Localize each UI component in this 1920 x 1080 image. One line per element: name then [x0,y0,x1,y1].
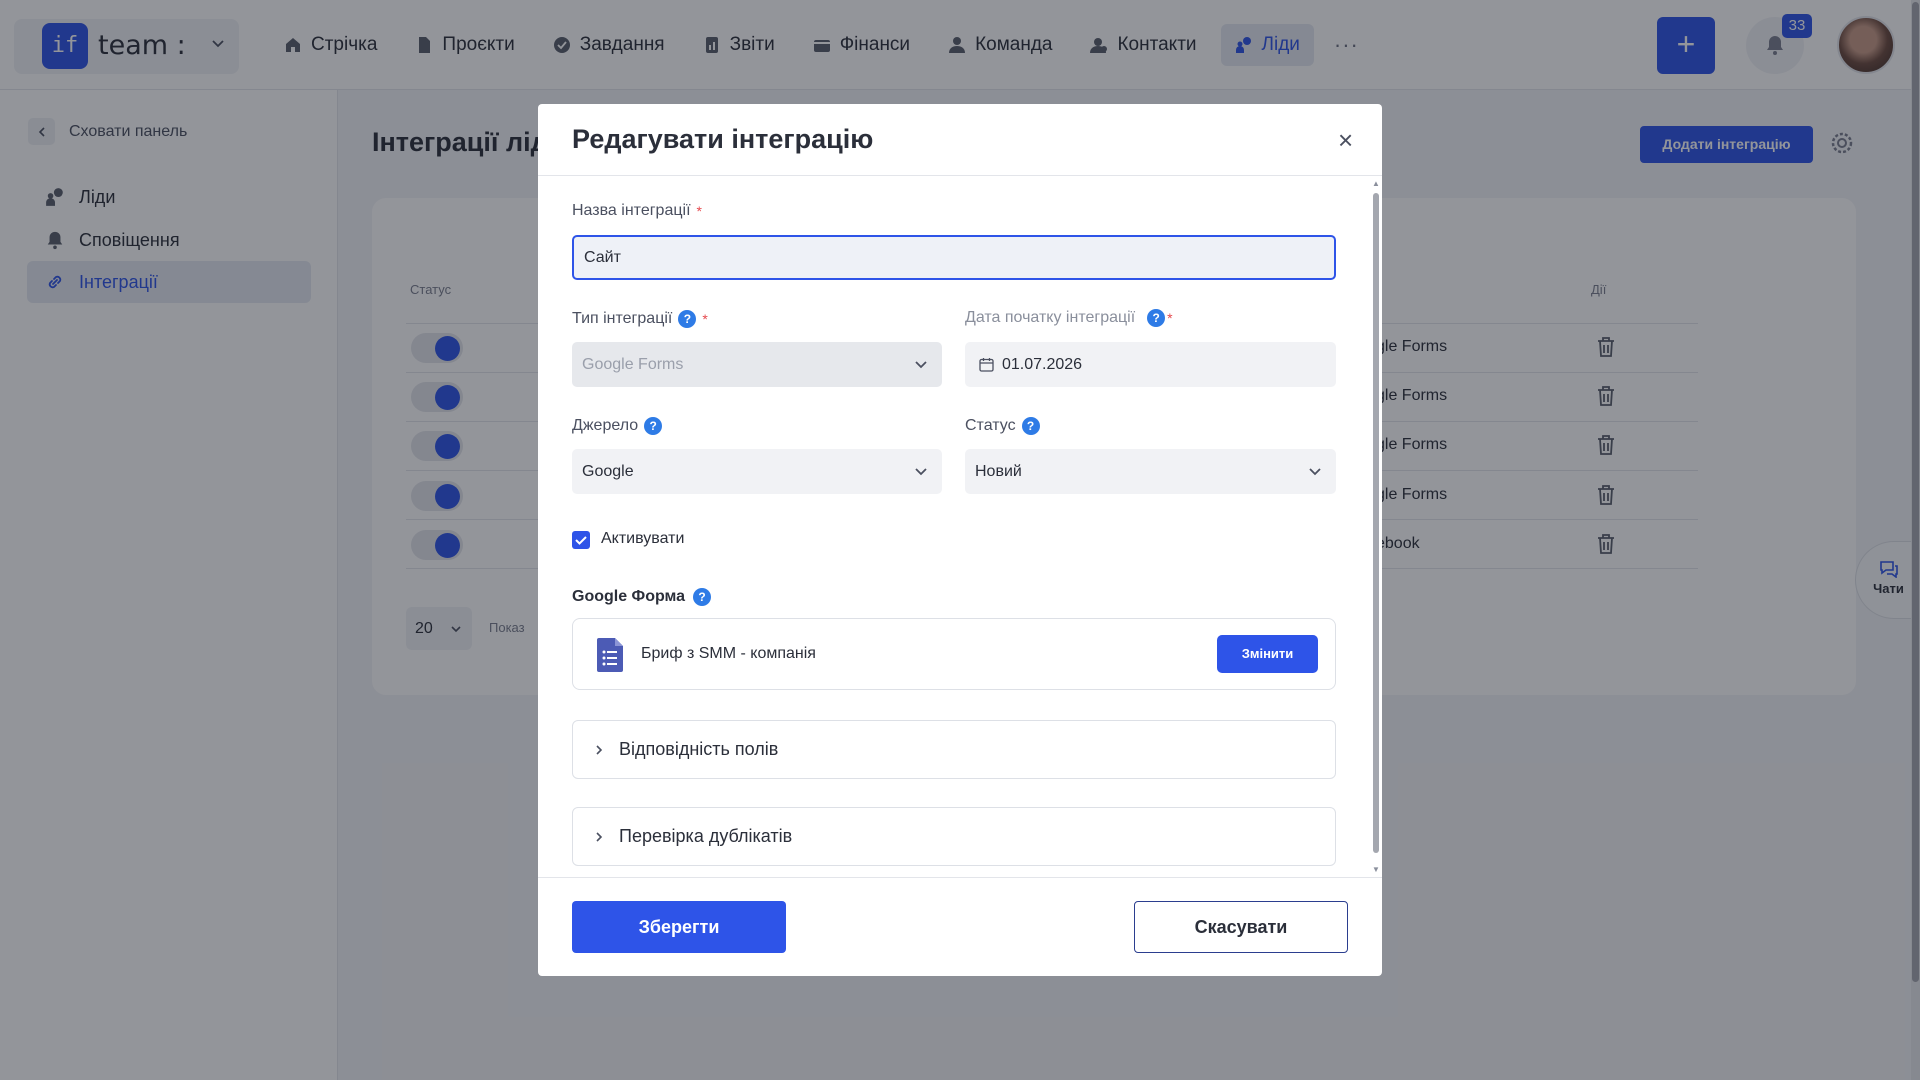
google-form-card: Бриф з SMM - компанія Змінити [572,618,1336,690]
modal-scrollbar[interactable]: ▲ ▼ [1370,177,1381,877]
required-mark: * [702,311,708,327]
start-date-label: Дата початку інтеграції ? * [965,309,1173,327]
close-icon[interactable]: × [1338,127,1353,153]
status-label: Статус ? [965,417,1040,435]
scrollbar-thumb[interactable] [1373,193,1379,853]
calendar-icon [979,358,994,372]
source-select[interactable]: Google [572,449,942,494]
help-icon[interactable]: ? [1147,309,1166,327]
help-icon[interactable]: ? [1021,417,1040,435]
scroll-up-arrow-icon[interactable]: ▲ [1372,179,1380,188]
chevron-right-icon [596,832,603,842]
label-text: Google Форма [572,588,686,605]
help-icon[interactable]: ? [644,417,663,435]
label-text: Статус [965,417,1016,434]
status-select[interactable]: Новий [965,449,1336,494]
chevron-down-icon [915,361,927,369]
start-date-value: 01.07.2026 [1002,356,1083,373]
required-mark: * [1167,310,1173,326]
label-text: Назва інтеграції [572,202,691,219]
source-value: Google [582,463,634,480]
chevron-down-icon [915,468,927,476]
label-text: Джерело [572,417,639,434]
modal-title: Редагувати інтеграцію [572,124,874,154]
start-date-input[interactable]: 01.07.2026 [965,342,1336,387]
label-text: Тип інтеграції [572,310,673,327]
integration-name-input[interactable]: Сайт [572,235,1336,280]
activate-checkbox[interactable] [572,531,590,549]
duplicate-check-accordion[interactable]: Перевірка дублікатів [572,807,1336,866]
cancel-button[interactable]: Скасувати [1134,901,1348,953]
google-form-label: Google Форма ? [572,588,712,606]
integration-name-value: Сайт [584,249,621,266]
label-text: Дата початку інтеграції [965,309,1136,326]
status-value: Новий [975,463,1022,480]
change-form-button[interactable]: Змінити [1217,635,1318,673]
check-icon [575,536,587,545]
modal-body: Назва інтеграції * Сайт Тип інтеграції ?… [538,177,1382,877]
google-forms-icon [597,638,623,672]
integration-type-label: Тип інтеграції ? * [572,310,708,328]
accordion-title: Перевірка дублікатів [619,826,793,846]
activate-label[interactable]: Активувати [601,530,684,548]
google-form-name: Бриф з SMM - компанія [641,645,816,662]
chevron-down-icon [1309,468,1321,476]
field-mapping-accordion[interactable]: Відповідність полів [572,720,1336,779]
modal-header: Редагувати інтеграцію × [538,104,1382,176]
help-icon[interactable]: ? [693,588,712,606]
integration-type-select: Google Forms [572,342,942,387]
required-mark: * [696,203,702,219]
help-icon[interactable]: ? [678,310,697,328]
save-button[interactable]: Зберегти [572,901,786,953]
accordion-title: Відповідність полів [619,739,779,759]
modal-footer: Зберегти Скасувати [538,877,1382,976]
integration-name-label: Назва інтеграції * [572,202,702,220]
edit-integration-modal: Редагувати інтеграцію × Назва інтеграції… [538,104,1382,976]
chevron-right-icon [596,745,603,755]
integration-type-value: Google Forms [582,356,684,373]
scroll-down-arrow-icon[interactable]: ▼ [1372,865,1380,874]
source-label: Джерело ? [572,417,663,435]
